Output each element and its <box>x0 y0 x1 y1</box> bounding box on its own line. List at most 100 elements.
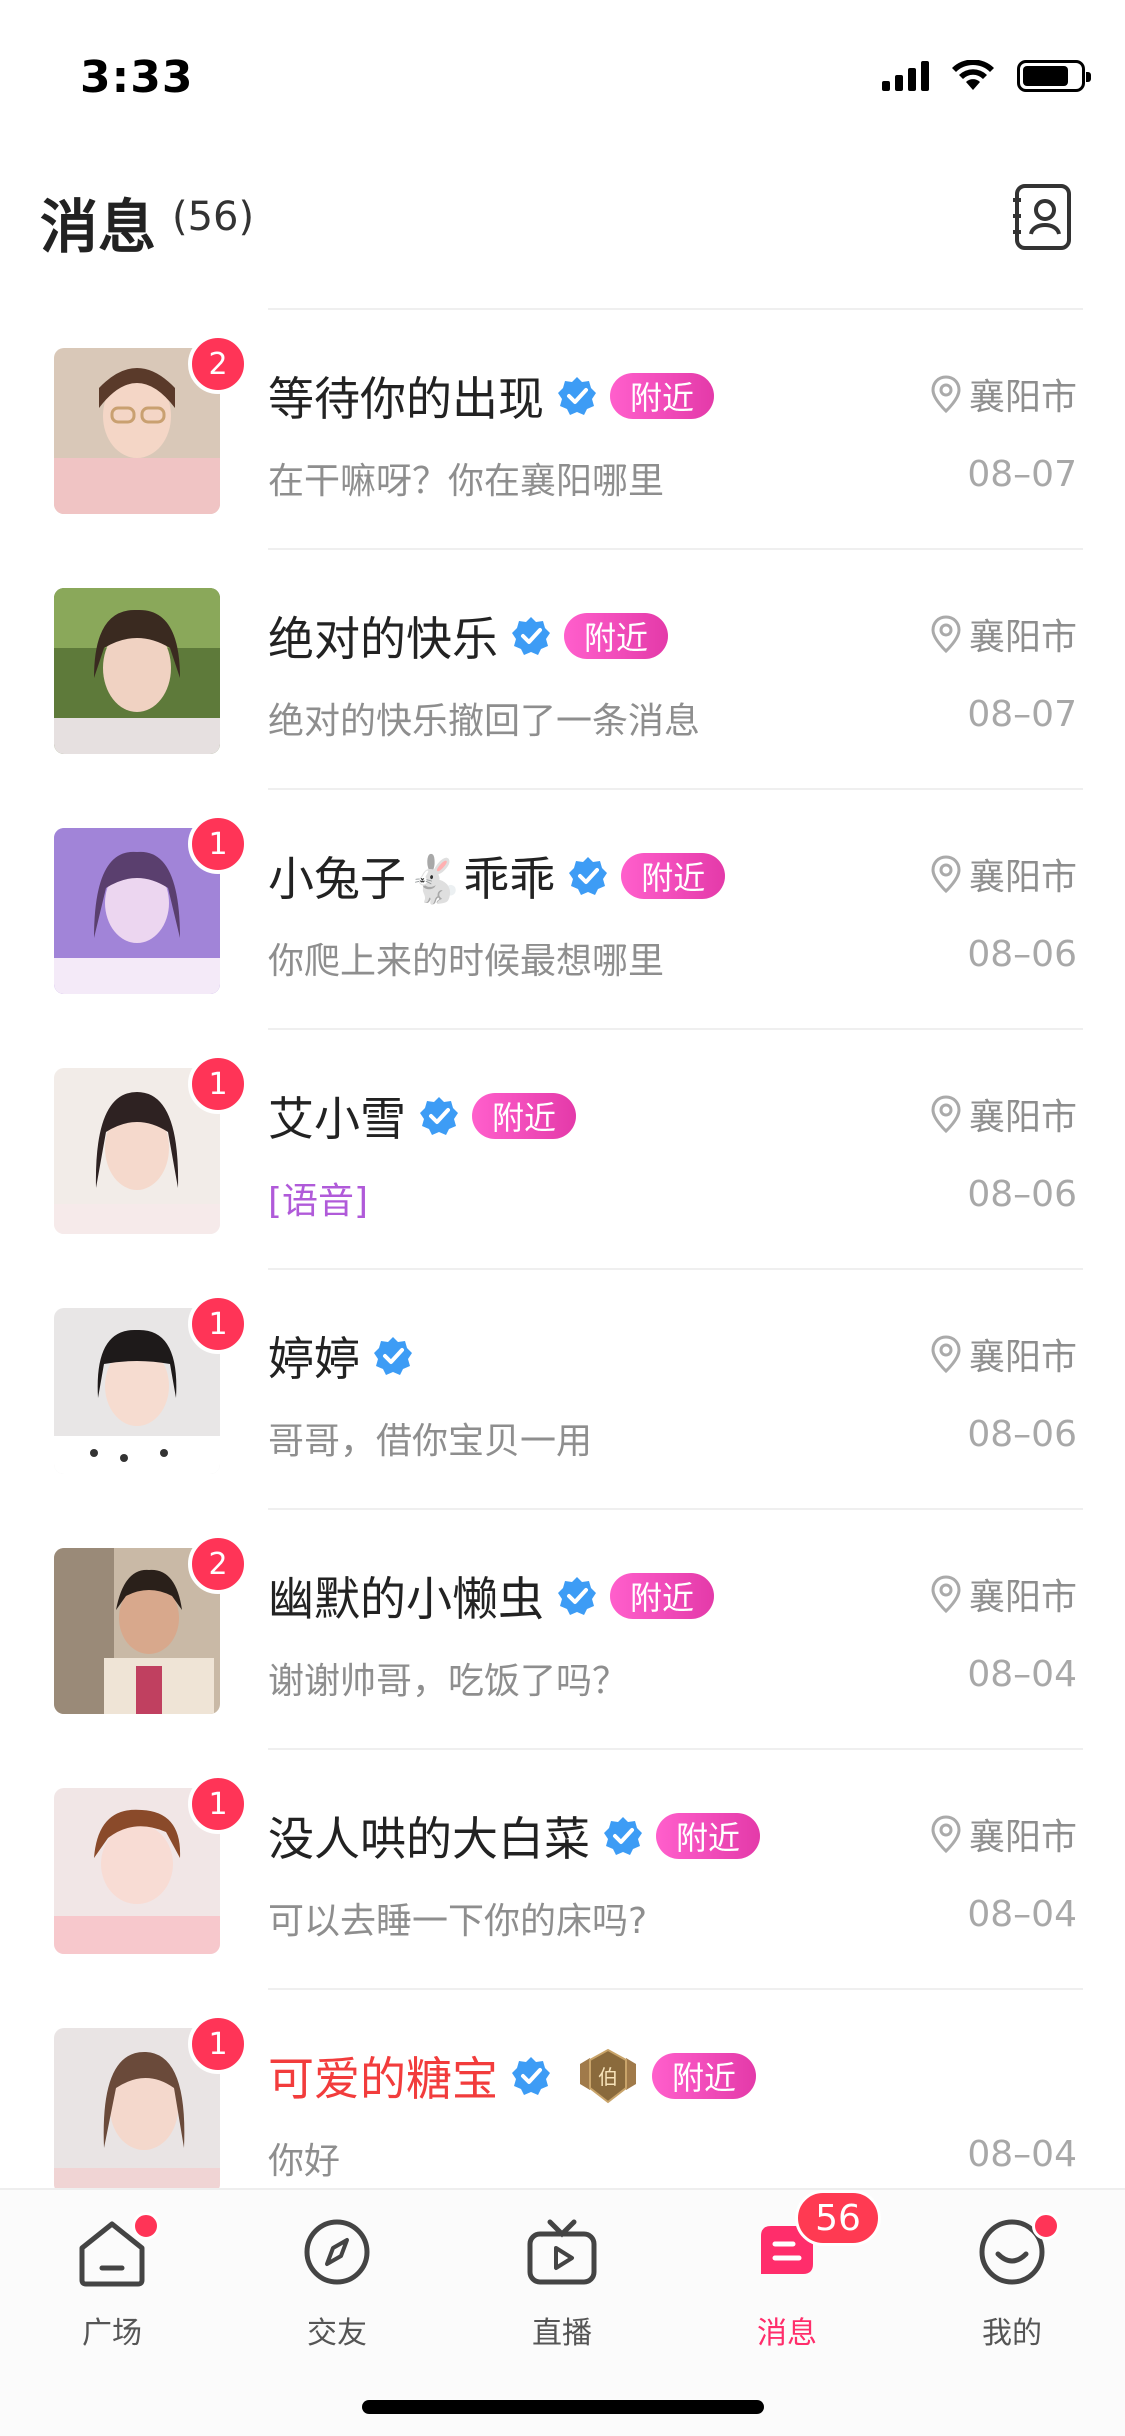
name-line: 幽默的小懒虫 附近 <box>268 1564 715 1628</box>
contact-name: 绝对的快乐 <box>268 612 498 666</box>
tab-live[interactable]: 直播 <box>482 2214 642 2364</box>
contacts-icon[interactable] <box>1011 182 1075 252</box>
location-pin-icon <box>931 1815 961 1853</box>
conversation-row[interactable]: 1 没人哄的大白菜 附近 襄阳市 可以去睡一下你的床吗? 08–04 <box>0 1750 1125 1990</box>
contact-name: 幽默的小懒虫 <box>268 1572 544 1626</box>
message-date: 08–07 <box>967 454 1077 495</box>
location-pin-icon <box>931 855 961 893</box>
contact-name: 小兔子🐇乖乖 <box>268 852 556 906</box>
wifi-icon <box>952 60 994 90</box>
nearby-tag: 附近 <box>656 1813 761 1859</box>
tab-label: 交友 <box>307 2316 367 2351</box>
contact-name: 可爱的糖宝 <box>268 2052 498 2106</box>
nearby-tag: 附近 <box>621 853 726 899</box>
conversation-row[interactable]: 2 等待你的出现 附近 襄阳市 在干嘛呀？你在襄阳哪里 08–07 <box>0 310 1125 550</box>
notification-dot <box>132 2212 160 2240</box>
rank-medal-icon: 伯 <box>580 2048 636 2104</box>
contact-name: 婷婷 <box>268 1332 360 1386</box>
location: 襄阳市 <box>931 848 1077 900</box>
location: 襄阳市 <box>931 1808 1077 1860</box>
city: 襄阳市 <box>968 1097 1077 1138</box>
message-date: 08–06 <box>967 1414 1077 1455</box>
status-time: 3:33 <box>80 52 194 103</box>
nearby-tag: 附近 <box>610 1573 715 1619</box>
message-preview: 你好 <box>268 2141 341 2182</box>
nearby-tag: 附近 <box>652 2053 757 2099</box>
battery-icon <box>1017 60 1091 92</box>
unread-badge: 1 <box>188 1774 248 1834</box>
page-title: 消息 <box>40 193 157 261</box>
message-preview: [语音] <box>268 1181 369 1222</box>
message-date: 08–06 <box>967 1174 1077 1215</box>
home-indicator[interactable] <box>362 2400 764 2414</box>
tab-label: 直播 <box>532 2316 592 2351</box>
city: 襄阳市 <box>968 377 1077 418</box>
tv-icon <box>527 2219 597 2285</box>
name-line: 婷婷 <box>268 1324 414 1388</box>
conversation-row[interactable]: 1 艾小雪 附近 襄阳市 [语音] 08–06 <box>0 1030 1125 1270</box>
verified-icon <box>512 2057 550 2095</box>
tab-label: 广场 <box>82 2316 142 2351</box>
cellular-signal-icon <box>882 61 929 91</box>
tab-messages[interactable]: 56 消息 <box>707 2190 881 2364</box>
location-pin-icon <box>931 615 961 653</box>
name-line: 没人哄的大白菜 附近 <box>268 1804 761 1868</box>
city: 襄阳市 <box>968 1577 1077 1618</box>
status-icons <box>882 60 1091 92</box>
unread-badge: 1 <box>188 1294 248 1354</box>
unread-badge: 2 <box>188 334 248 394</box>
location-pin-icon <box>931 1095 961 1133</box>
conversation-list[interactable]: 2 等待你的出现 附近 襄阳市 在干嘛呀？你在襄阳哪里 08–07 绝对的快乐 … <box>0 308 1125 2188</box>
city: 襄阳市 <box>968 617 1077 658</box>
name-line: 等待你的出现 附近 <box>268 364 715 428</box>
medal-label: 伯 <box>598 2065 618 2089</box>
location: 襄阳市 <box>931 1328 1077 1380</box>
conversation-row[interactable]: 1 可爱的糖宝 伯 附近 你好 08–04 <box>0 1990 1125 2188</box>
verified-icon <box>569 857 608 895</box>
verified-icon <box>604 1817 642 1855</box>
contact-name: 艾小雪 <box>268 1092 406 1146</box>
unread-badge: 1 <box>188 2014 248 2074</box>
message-preview: 绝对的快乐撤回了一条消息 <box>268 701 701 742</box>
conversation-row[interactable]: 1 小兔子🐇乖乖 附近 襄阳市 你爬上来的时候最想哪里 08–06 <box>0 790 1125 1030</box>
name-line: 小兔子🐇乖乖 附近 <box>268 844 726 908</box>
tab-me[interactable]: 我的 <box>932 2212 1092 2364</box>
message-date: 08–04 <box>967 1654 1077 1695</box>
name-line: 艾小雪 附近 <box>268 1084 577 1148</box>
location-pin-icon <box>931 1335 961 1373</box>
header: 消息 (56) <box>0 170 1125 300</box>
conversation-row[interactable]: 1 婷婷 襄阳市 哥哥，借你宝贝一用 08–06 <box>0 1270 1125 1510</box>
unread-badge: 1 <box>188 814 248 874</box>
location: 襄阳市 <box>931 1088 1077 1140</box>
tab-friends[interactable]: 交友 <box>257 2214 417 2364</box>
location-pin-icon <box>931 375 961 413</box>
verified-icon <box>374 1337 412 1375</box>
message-preview: 你爬上来的时候最想哪里 <box>268 941 665 982</box>
unread-badge: 2 <box>188 1534 248 1594</box>
bottom-tab-bar: 广场 交友 直播 56 消息 我的 <box>0 2188 1125 2436</box>
message-preview: 谢谢帅哥，吃饭了吗？ <box>268 1661 629 1702</box>
tab-label: 我的 <box>982 2316 1042 2351</box>
conversation-row[interactable]: 绝对的快乐 附近 襄阳市 绝对的快乐撤回了一条消息 08–07 <box>0 550 1125 790</box>
location: 襄阳市 <box>931 368 1077 420</box>
city: 襄阳市 <box>968 1817 1077 1858</box>
location: 襄阳市 <box>931 1568 1077 1620</box>
message-preview: 在干嘛呀？你在襄阳哪里 <box>268 461 665 502</box>
contact-name: 等待你的出现 <box>268 372 544 426</box>
location: 襄阳市 <box>931 608 1077 660</box>
avatar[interactable] <box>54 588 220 754</box>
city: 襄阳市 <box>968 857 1077 898</box>
name-line: 可爱的糖宝 伯 附近 <box>268 2044 757 2108</box>
tab-plaza[interactable]: 广场 <box>32 2212 192 2364</box>
message-date: 08–04 <box>967 2134 1077 2175</box>
verified-icon <box>558 1577 596 1615</box>
verified-icon <box>512 617 550 655</box>
nearby-tag: 附近 <box>564 613 669 659</box>
location-pin-icon <box>931 1575 961 1613</box>
message-date: 08–07 <box>967 694 1077 735</box>
tab-unread-badge: 56 <box>795 2190 881 2246</box>
contact-name: 没人哄的大白菜 <box>268 1812 590 1866</box>
message-preview: 哥哥，借你宝贝一用 <box>268 1421 593 1462</box>
unread-badge: 1 <box>188 1054 248 1114</box>
conversation-row[interactable]: 2 幽默的小懒虫 附近 襄阳市 谢谢帅哥，吃饭了吗？ 08–04 <box>0 1510 1125 1750</box>
